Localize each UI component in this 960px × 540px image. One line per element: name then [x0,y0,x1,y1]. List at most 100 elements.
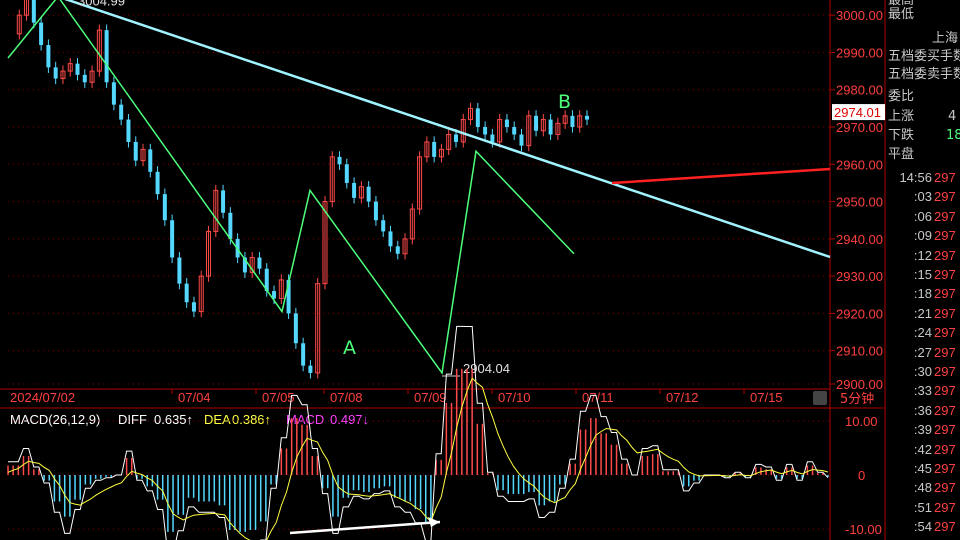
tick-price: 297 [934,422,956,438]
tick-time: :30 [913,364,932,379]
tick-price: 297 [934,189,956,205]
candle-body [366,186,371,202]
candle-body [221,190,226,213]
candle-body [39,22,44,46]
macd-tick-label: 0 [858,468,865,483]
candle-body [534,115,539,131]
candle-body [352,182,357,198]
candle-body [344,164,349,183]
candle-body [257,257,262,269]
tick-price: 297 [934,499,956,515]
trend-overlays [7,0,831,375]
current-price-label: 2974.01 [834,105,881,120]
tick-time: :03 [913,189,932,205]
tick-price: 297 [934,247,956,263]
macd-header-text: MACD(26,12,9) [10,412,100,427]
side-row-label: 上涨 [888,109,915,124]
side-up-value: 4 [948,109,957,124]
period-label: 5分钟 [840,391,874,407]
candle-body [301,343,306,366]
macd-header-text: 0.635↑ [154,412,193,427]
candle-body [31,0,36,23]
price-tick-label: 3000.00 [836,8,883,23]
candle-body [104,30,109,83]
price-tick-label: 2980.00 [836,83,883,98]
wave-a-label: A [343,337,356,359]
candle-body [483,127,488,135]
candle-body [395,246,400,254]
date-tick-label: 07/10 [498,390,531,405]
tick-time: :42 [913,441,932,457]
tick-time: 14:56 [899,170,932,185]
support-line [611,167,831,185]
price-axis: 3000.00 2990.00 2980.00 2970.00 2960.00 2950.… [830,8,885,392]
candle-body [585,115,589,120]
tick-price: 297 [934,170,956,185]
candle-body [490,134,495,142]
side-market-name: 上海 [932,31,959,46]
candle-body [453,134,458,142]
tick-time: :48 [913,480,932,496]
price-tick-label: 2930.00 [836,269,883,284]
tick-time: :51 [913,499,932,515]
date-tick-label: 07/15 [750,390,783,405]
candle-body [570,115,575,128]
candle-body [119,104,124,120]
candle-body [155,171,160,195]
wave-b-label: B [558,91,571,113]
candle-body [46,45,51,68]
date-tick-label: 07/08 [330,390,363,405]
scroll-handle [813,391,827,405]
candle-body [184,283,189,303]
candle-body [308,365,313,373]
candle-body [162,194,167,221]
tick-time: :12 [913,247,932,263]
side-row-label: 下跌 [888,128,915,143]
candle-body [293,313,298,344]
chart-annotations: 3004.99 2904.04 A B [78,0,571,377]
tick-price: 297 [934,383,956,399]
tick-price: 297 [934,480,956,496]
candle-body [170,220,175,258]
side-down-value: 18 [946,128,960,143]
tick-time: :54 [913,519,932,535]
macd-tick-label: -10.00 [845,522,882,537]
candle-body [504,119,509,128]
candle-body [381,220,386,232]
tick-price: 297 [934,364,956,379]
tick-time: :15 [913,267,932,282]
candle-body [475,108,480,128]
candlestick-series [16,0,589,379]
macd-header-text: 0.386↑ [232,412,271,427]
tick-price: 297 [934,267,956,282]
tick-price: 297 [934,305,956,321]
tick-price: 297 [934,208,956,224]
date-tick-label: 2024/07/02 [10,390,75,405]
side-row-label: 五档委卖手数 [888,67,960,82]
quote-side-panel: 最高 最低 上海 五档委买手数 五档委卖手数 委比 上涨 下跌 平盘 4 18 14:56 297:03… [886,0,960,540]
price-tick-label: 2900.00 [836,377,883,392]
candle-body [133,141,138,161]
macd-header-text: DEA [204,412,231,427]
price-tick-label: 2960.00 [836,157,883,172]
side-label-low: 最低 [888,7,915,22]
candle-body [177,257,182,284]
price-tick-label: 2970.00 [836,120,883,135]
tick-price: 297 [934,286,956,302]
tick-time: :21 [913,305,932,321]
candle-body [191,302,196,312]
side-row-label: 平盘 [888,147,915,162]
candle-body [548,119,553,135]
macd-diff-line [8,325,829,540]
divergence-arrow-head [428,517,440,527]
candle-body [228,212,233,239]
candle-body [53,67,58,79]
tick-price: 297 [934,228,956,244]
tick-time: :36 [913,402,932,418]
tick-time: :24 [913,325,932,341]
tick-time: :33 [913,383,932,399]
macd-header-text: DIFF [118,412,147,427]
chart-canvas[interactable]: 3000.00 2990.00 2980.00 2970.00 2960.00 2950.… [0,0,960,540]
candle-body [337,156,342,165]
date-tick-label: 07/12 [666,390,699,405]
